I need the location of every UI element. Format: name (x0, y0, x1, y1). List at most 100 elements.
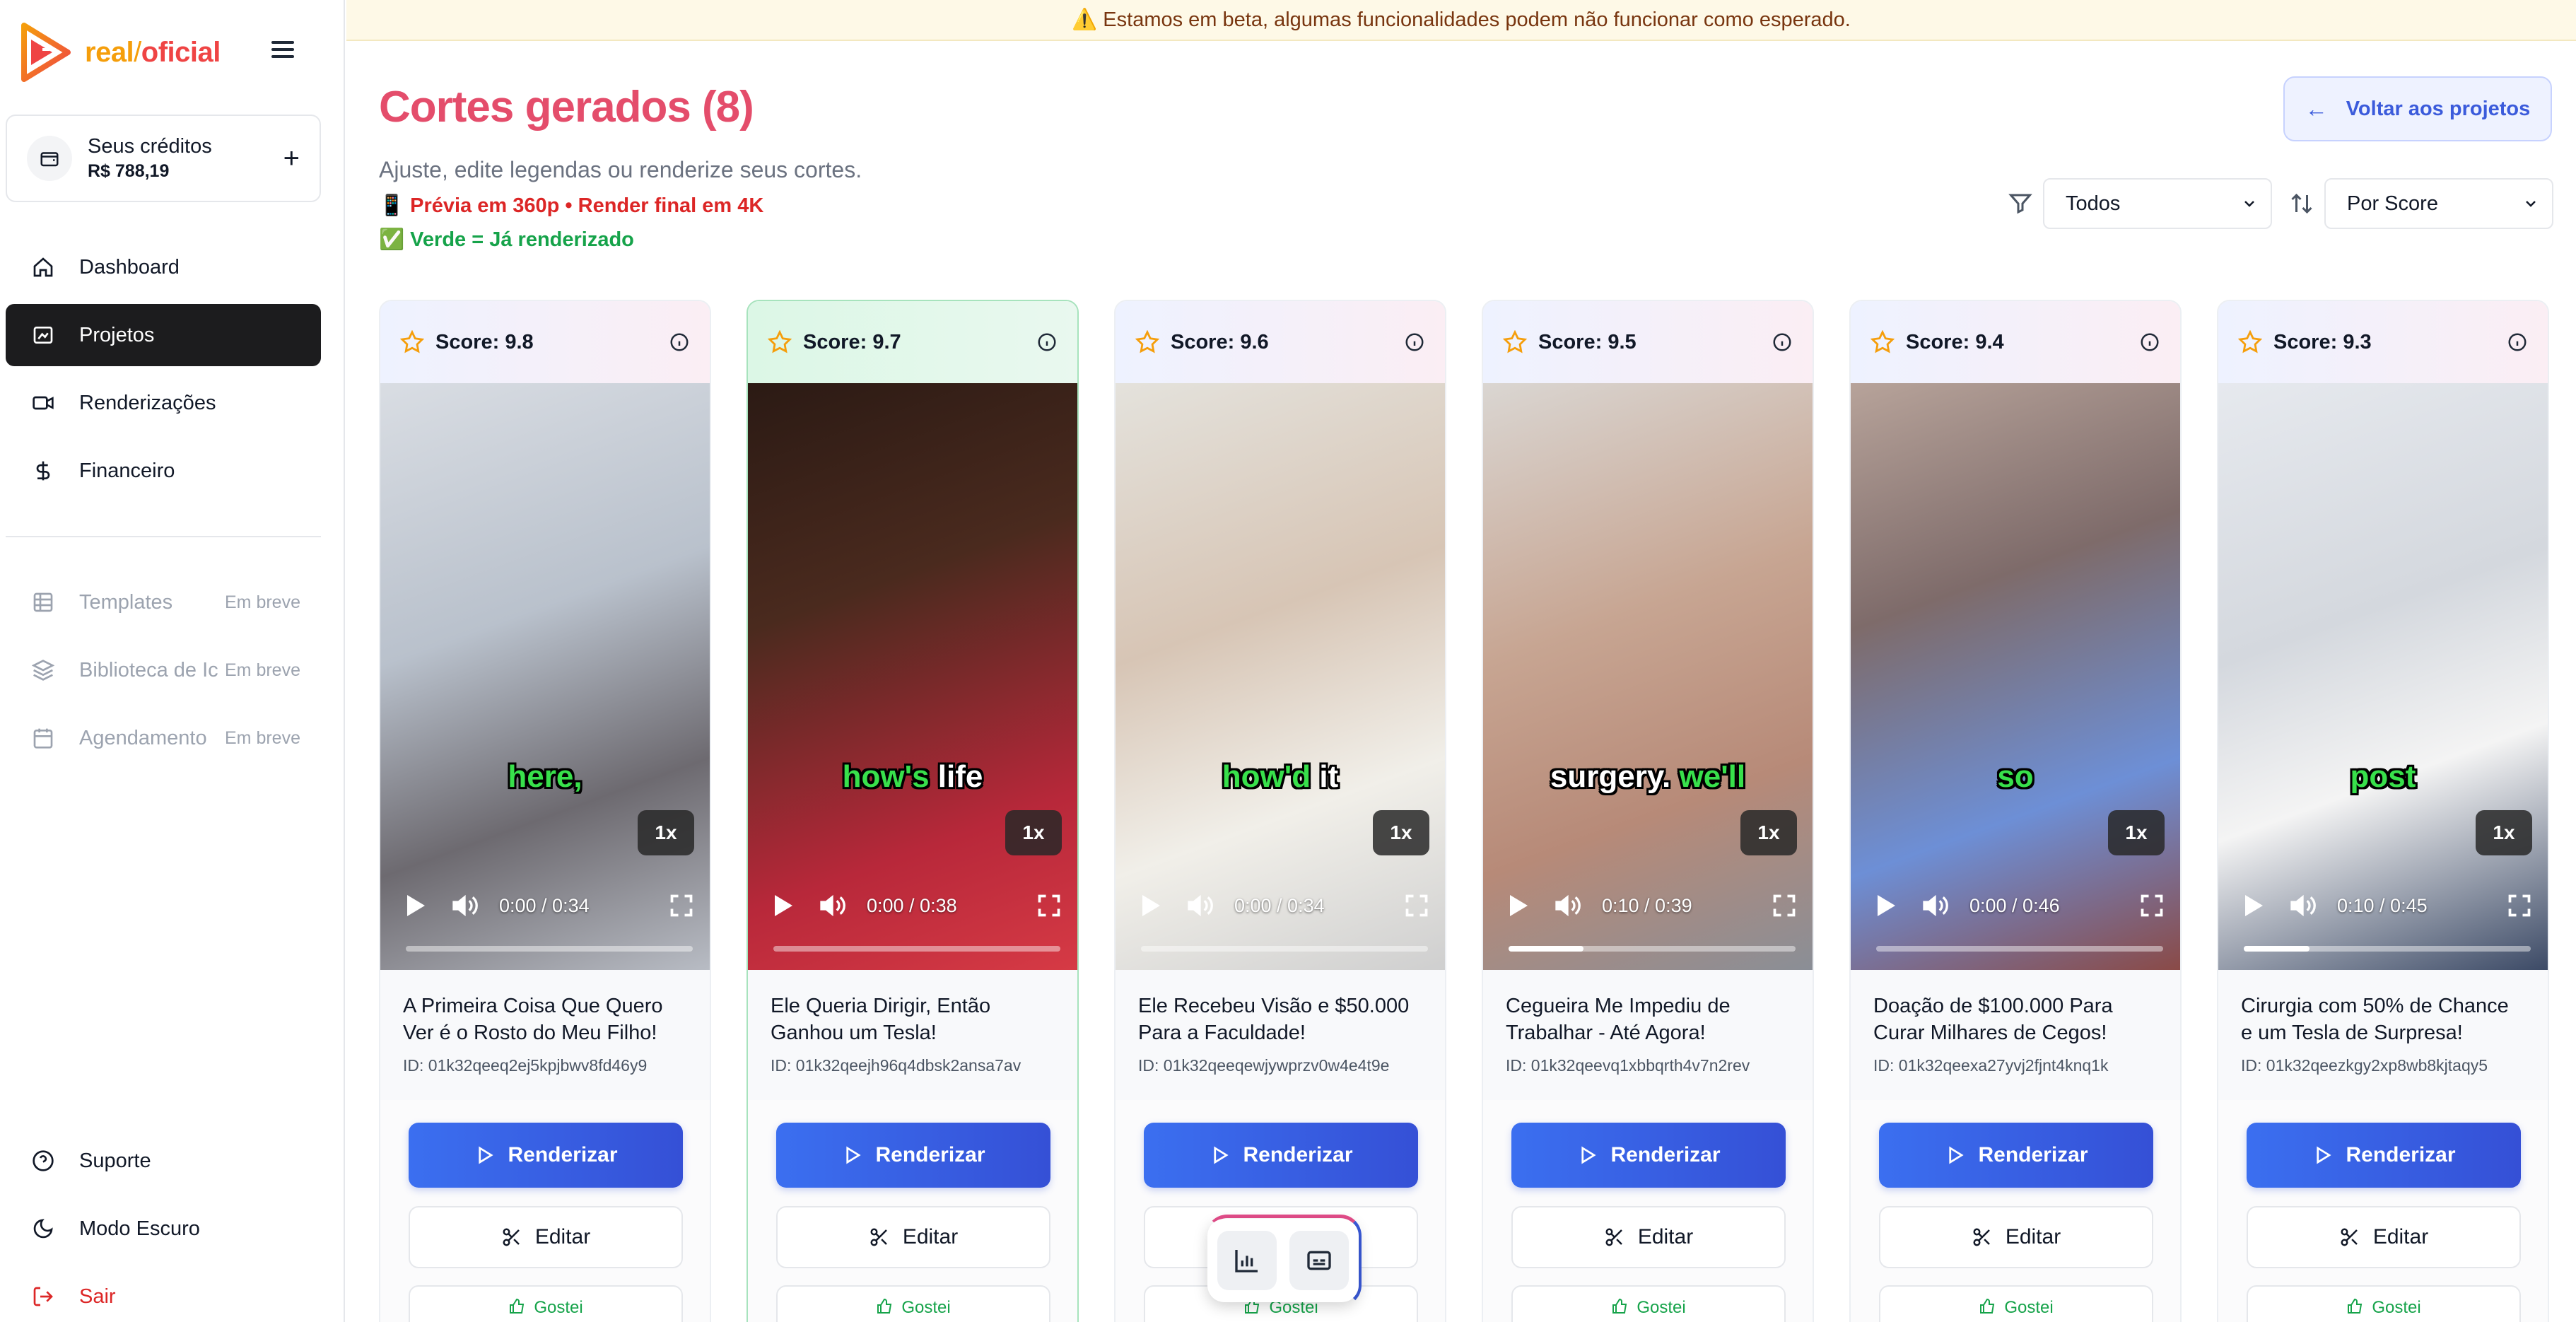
edit-button[interactable]: Editar (1879, 1206, 2153, 1268)
beta-banner: ⚠️ Estamos em beta, algumas funcionalida… (346, 0, 2576, 41)
edit-button[interactable]: Editar (776, 1206, 1050, 1268)
like-button[interactable]: Gostei (2247, 1285, 2521, 1322)
sidebar-item-projetos[interactable]: Projetos (6, 304, 321, 366)
credits-card: Seus créditos R$ 788,19 + (6, 115, 321, 202)
star-icon[interactable] (1135, 330, 1159, 354)
render-button[interactable]: Renderizar (1879, 1123, 2153, 1188)
playback-speed-button[interactable]: 1x (2476, 810, 2532, 855)
hamburger-menu-icon[interactable] (269, 37, 297, 65)
playback-speed-button[interactable]: 1x (1005, 810, 1062, 855)
card-header: Score: 9.6 (1116, 301, 1445, 383)
sidebar-item-label: Modo Escuro (79, 1217, 200, 1240)
play-icon[interactable] (1870, 891, 1899, 920)
star-icon[interactable] (768, 330, 792, 354)
edit-button[interactable]: Editar (409, 1206, 683, 1268)
clip-title: Ele Queria Dirigir, Então Ganhou um Tesl… (771, 995, 991, 1044)
volume-icon[interactable] (1183, 891, 1216, 920)
render-button[interactable]: Renderizar (409, 1123, 683, 1188)
render-button[interactable]: Renderizar (2247, 1123, 2521, 1188)
video-progress-bar[interactable] (773, 946, 1060, 952)
info-icon[interactable] (669, 332, 690, 353)
like-button[interactable]: Gostei (1511, 1285, 1786, 1322)
star-icon[interactable] (400, 330, 424, 354)
playback-speed-button[interactable]: 1x (1373, 810, 1429, 855)
sidebar-item-label: Templates (79, 590, 173, 614)
rendered-legend-note: ✅ Verde = Já renderizado (379, 228, 634, 251)
video-player[interactable]: surgery. we'll 1x 0:10 / 0:39 (1483, 383, 1813, 970)
play-icon[interactable] (768, 891, 796, 920)
card-actions: Renderizar Editar Gostei (1851, 1100, 2180, 1322)
back-to-projects-button[interactable]: ← Voltar aos projetos (2283, 76, 2552, 141)
info-icon[interactable] (1404, 332, 1425, 353)
info-icon[interactable] (1036, 332, 1058, 353)
video-progress-bar[interactable] (406, 946, 693, 952)
like-button[interactable]: Gostei (409, 1285, 683, 1322)
star-icon[interactable] (2238, 330, 2262, 354)
video-progress-bar[interactable] (2244, 946, 2531, 952)
fullscreen-icon[interactable] (669, 893, 694, 918)
play-icon[interactable] (400, 891, 428, 920)
like-button[interactable]: Gostei (1879, 1285, 2153, 1322)
render-button[interactable]: Renderizar (1511, 1123, 1786, 1188)
scissors-icon (1973, 1228, 1990, 1246)
video-progress-bar[interactable] (1509, 946, 1796, 952)
fullscreen-icon[interactable] (1404, 893, 1429, 918)
status-filter-select[interactable]: Todos (2043, 178, 2272, 229)
card-header: Score: 9.4 (1851, 301, 2180, 383)
sidebar-item-dashboard[interactable]: Dashboard (6, 236, 321, 298)
video-player[interactable]: post 1x 0:10 / 0:45 (2218, 383, 2548, 970)
video-player[interactable]: so 1x 0:00 / 0:46 (1851, 383, 2180, 970)
sidebar-item-renderizacoes[interactable]: Renderizações (6, 372, 321, 434)
video-controls: 0:00 / 0:46 (1870, 888, 2165, 923)
playback-speed-button[interactable]: 1x (2108, 810, 2165, 855)
info-icon[interactable] (1772, 332, 1793, 353)
clip-title: Ele Recebeu Visão e $50.000 Para a Facul… (1138, 995, 1410, 1044)
render-button[interactable]: Renderizar (1144, 1123, 1418, 1188)
play-icon[interactable] (1135, 891, 1164, 920)
video-player[interactable]: here, 1x 0:00 / 0:34 (380, 383, 710, 970)
render-button[interactable]: Renderizar (776, 1123, 1050, 1188)
video-controls: 0:10 / 0:45 (2238, 888, 2532, 923)
edit-button[interactable]: Editar (1511, 1206, 1786, 1268)
fullscreen-icon[interactable] (1036, 893, 1062, 918)
play-icon[interactable] (2238, 891, 2266, 920)
sidebar-item-suporte[interactable]: Suporte (6, 1128, 321, 1193)
play-icon[interactable] (1503, 891, 1531, 920)
sidebar-item-financeiro[interactable]: Financeiro (6, 440, 321, 502)
like-button[interactable]: Gostei (776, 1285, 1050, 1322)
play-icon (479, 1146, 494, 1164)
video-progress-bar[interactable] (1876, 946, 2163, 952)
info-icon[interactable] (2139, 332, 2160, 353)
fullscreen-icon[interactable] (2507, 893, 2532, 918)
fullscreen-icon[interactable] (1772, 893, 1797, 918)
edit-button[interactable]: Editar (2247, 1206, 2521, 1268)
playback-speed-button[interactable]: 1x (1740, 810, 1797, 855)
dark-mode-toggle[interactable]: Modo Escuro (6, 1196, 321, 1261)
logout-button[interactable]: Sair (6, 1264, 321, 1322)
volume-icon[interactable] (816, 891, 848, 920)
star-icon[interactable] (1503, 330, 1527, 354)
like-button-label: Gostei (2372, 1298, 2421, 1317)
page-subtitle: Ajuste, edite legendas ou renderize seus… (379, 157, 862, 182)
credits-value: R$ 788,19 (88, 161, 170, 181)
logo[interactable]: real/oficial (21, 23, 221, 82)
add-credits-button[interactable]: + (283, 143, 300, 175)
render-button-label: Renderizar (1978, 1143, 2088, 1166)
video-player[interactable]: how's life 1x 0:00 / 0:38 (748, 383, 1077, 970)
volume-icon[interactable] (1551, 891, 1583, 920)
card-actions: Renderizar Editar Gostei (380, 1100, 710, 1322)
volume-icon[interactable] (1919, 891, 1951, 920)
volume-icon[interactable] (2286, 891, 2319, 920)
playback-speed-button[interactable]: 1x (638, 810, 694, 855)
video-progress-bar[interactable] (1141, 946, 1428, 952)
info-icon[interactable] (2507, 332, 2528, 353)
fullscreen-icon[interactable] (2139, 893, 2165, 918)
clip-id: ID: 01k32qeeqewjywprzv0w4e4t9e (1138, 1056, 1390, 1075)
captions-icon[interactable] (1289, 1231, 1349, 1290)
video-player[interactable]: how'd it 1x 0:00 / 0:34 (1116, 383, 1445, 970)
like-button-label: Gostei (1637, 1298, 1686, 1317)
chart-icon[interactable] (1217, 1231, 1277, 1290)
sort-select[interactable]: Por Score (2324, 178, 2553, 229)
volume-icon[interactable] (448, 891, 481, 920)
star-icon[interactable] (1870, 330, 1895, 354)
